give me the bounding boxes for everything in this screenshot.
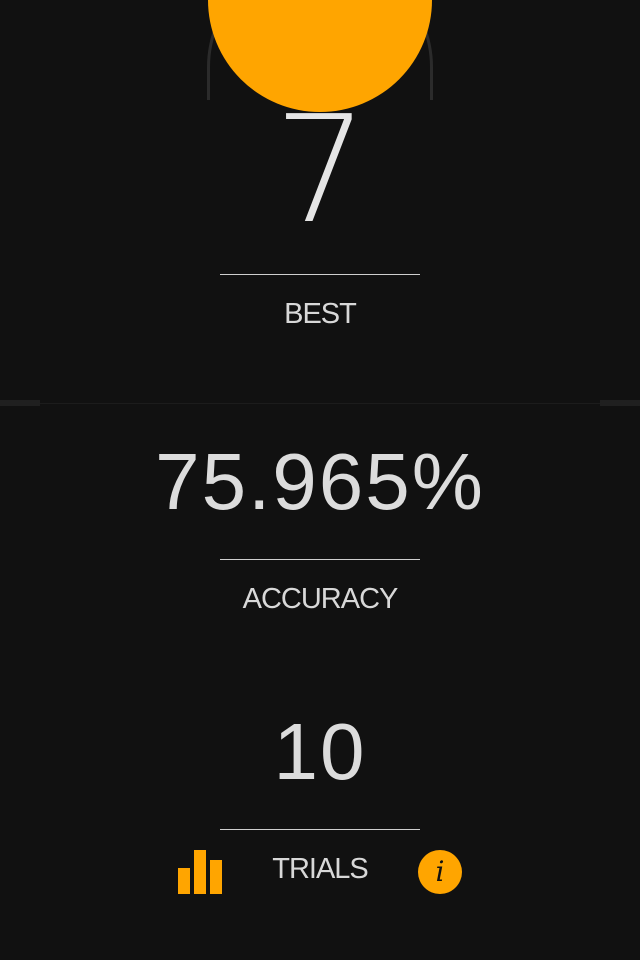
bar-chart-bar: [210, 860, 222, 894]
divider-tick-left: [0, 400, 40, 406]
best-score-value: 7: [273, 84, 368, 256]
trials-value: 10: [273, 707, 367, 796]
accuracy-value: 75.965%: [155, 437, 485, 526]
info-button[interactable]: i: [418, 850, 462, 894]
best-divider: [220, 274, 420, 275]
stats-button[interactable]: [176, 848, 224, 896]
divider-tick-right: [600, 400, 640, 406]
best-label: BEST: [284, 298, 357, 330]
section-divider: [0, 403, 640, 404]
trials-divider: [220, 829, 420, 830]
bar-chart-bar: [178, 868, 190, 894]
trials-label: TRIALS: [272, 853, 369, 885]
bar-chart-bar: [194, 850, 206, 894]
accuracy-divider: [220, 559, 420, 560]
accuracy-label: ACCURACY: [242, 583, 399, 615]
info-icon: i: [435, 855, 445, 888]
